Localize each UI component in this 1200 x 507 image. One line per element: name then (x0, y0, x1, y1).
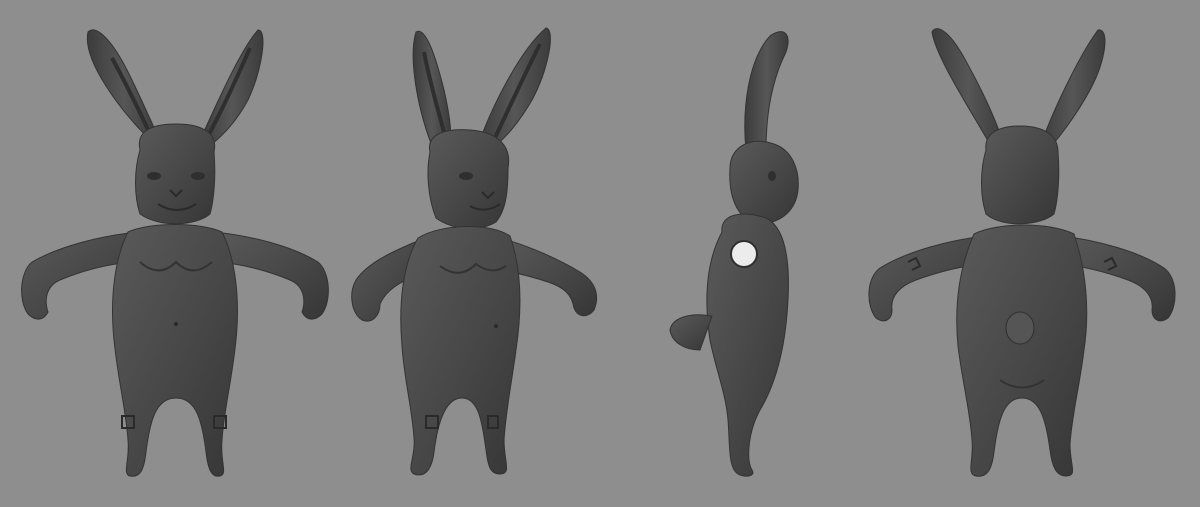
sculpt-turnaround-canvas (0, 0, 1200, 507)
head (729, 140, 799, 225)
armhole (730, 240, 758, 268)
tail (1005, 311, 1035, 345)
head (981, 125, 1060, 225)
